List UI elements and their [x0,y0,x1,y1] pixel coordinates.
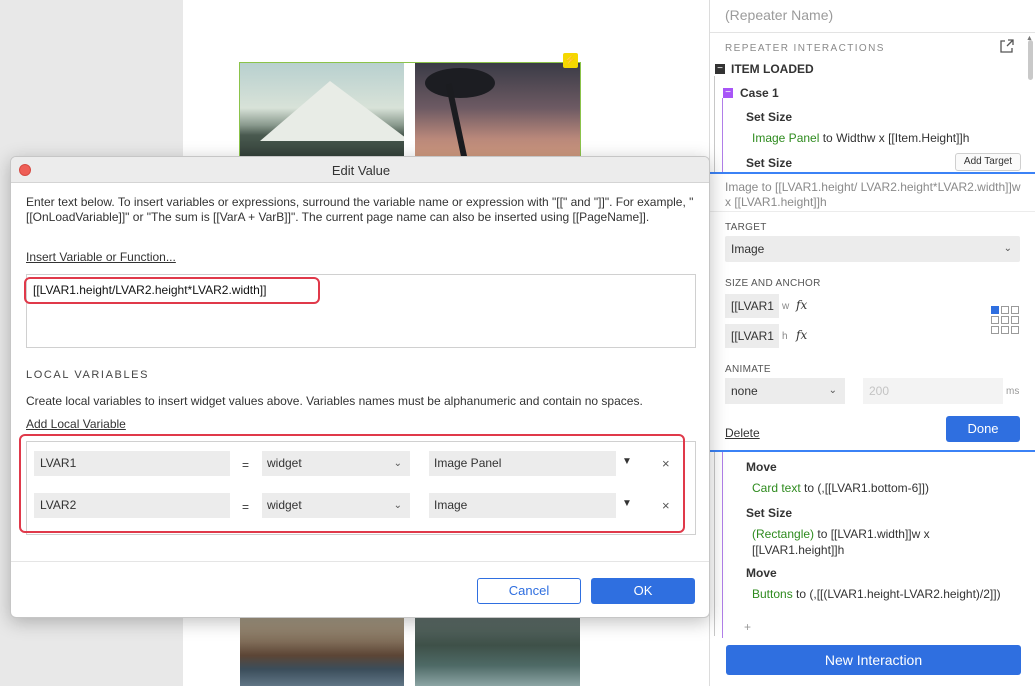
scrollbar-thumb[interactable] [1028,40,1033,80]
anchor-bottom-left[interactable] [991,326,999,334]
action-summary: Image to [[LVAR1.height/ LVAR2.height*LV… [725,180,1021,209]
action-title[interactable]: Move [746,566,777,580]
height-input[interactable]: [[LVAR1 [725,324,779,348]
width-input[interactable]: [[LVAR1 [725,294,779,318]
target-value: Image [731,242,765,256]
anchor-center[interactable] [1001,316,1009,324]
dialog-instructions: Enter text below. To insert variables or… [26,195,694,224]
target-label: TARGET [725,222,767,233]
action-edit-box: Image to [[LVAR1.height/ LVAR2.height*LV… [710,172,1035,452]
action-title[interactable]: Set Size [746,156,792,170]
height-unit: h [782,331,788,342]
width-fx-icon[interactable]: fx [796,298,807,312]
highlight-box [19,434,685,533]
height-fx-icon[interactable]: fx [796,328,807,342]
add-target-button[interactable]: Add Target [955,153,1021,171]
repeater-name-input[interactable]: (Repeater Name) [725,7,833,23]
action-rest: to Widthw x [[Item.Height]]h [819,131,970,145]
expand-icon[interactable] [1000,39,1014,53]
anchor-right[interactable] [1011,316,1019,324]
new-interaction-button[interactable]: New Interaction [726,645,1021,675]
dialog-title: Edit Value [331,163,391,178]
action-rest: to (,[[LVAR1.bottom-6]]) [800,481,929,495]
chevron-down-icon: ⌄ [828,385,837,396]
section-label: REPEATER INTERACTIONS [725,43,885,54]
animate-value: none [731,384,758,398]
ms-label: ms [1006,386,1020,397]
edit-value-dialog: Edit Value Enter text below. To insert v… [10,156,710,618]
interactions-panel: (Repeater Name) REPEATER INTERACTIONS ▲ … [709,0,1035,686]
action-target: Buttons [752,587,793,601]
collapse-case-icon[interactable]: − [723,88,733,98]
divider [710,211,1035,212]
case-1[interactable]: − Case 1 [723,86,779,100]
animate-select[interactable]: none ⌄ [725,378,845,404]
highlight-box [24,277,320,304]
action-description[interactable]: Buttons to (,[[(LVAR1.height-LVAR2.heigh… [752,586,1007,602]
duration-input[interactable]: 200 [863,378,1003,404]
action-title[interactable]: Move [746,460,777,474]
chevron-down-icon: ⌄ [1003,243,1012,254]
anchor-left[interactable] [991,316,999,324]
delete-link[interactable]: Delete [725,426,760,440]
anchor-top-left[interactable] [991,306,999,314]
target-select[interactable]: Image ⌄ [725,236,1020,262]
action-description[interactable]: (Rectangle) to [[LVAR1.width]]w x [[LVAR… [752,526,962,558]
case-label: Case 1 [740,86,779,100]
event-item-loaded[interactable]: − ITEM LOADED [715,62,814,76]
divider [710,32,1035,33]
event-label: ITEM LOADED [731,62,814,76]
sea-image[interactable] [415,618,580,686]
action-title[interactable]: Set Size [746,506,792,520]
ok-button[interactable]: OK [591,578,695,604]
cancel-button[interactable]: Cancel [477,578,581,604]
lake-image[interactable] [240,618,404,686]
add-local-variable-link[interactable]: Add Local Variable [26,417,126,431]
action-title[interactable]: Set Size [746,110,792,124]
action-description[interactable]: Card text to (,[[LVAR1.bottom-6]]) [752,480,1012,496]
local-variables-description: Create local variables to insert widget … [26,394,643,408]
divider [11,561,709,562]
action-rest: to (,[[(LVAR1.height-LVAR2.height)/2]]) [792,587,1001,601]
animate-label: ANIMATE [725,364,771,375]
width-unit: w [782,301,790,312]
anchor-top-right[interactable] [1011,306,1019,314]
anchor-bottom-right[interactable] [1011,326,1019,334]
mountain-image[interactable] [240,63,404,163]
done-button[interactable]: Done [946,416,1020,442]
action-target: Card text [752,481,801,495]
anchor-top[interactable] [1001,306,1009,314]
local-variables-label: LOCAL VARIABLES [26,369,150,381]
action-target: Image Panel [752,131,820,145]
action-target: (Rectangle) [752,527,815,541]
action-description[interactable]: Image Panel to Widthw x [[Item.Height]]h [752,130,1012,146]
anchor-bottom[interactable] [1001,326,1009,334]
insert-variable-link[interactable]: Insert Variable or Function... [26,250,176,264]
dialog-header: Edit Value [11,157,709,183]
add-action-icon[interactable]: + [744,620,751,634]
anchor-grid[interactable] [991,306,1019,334]
size-anchor-label: SIZE AND ANCHOR [725,278,821,289]
collapse-icon[interactable]: − [715,64,725,74]
interaction-lightning-icon[interactable]: ⚡ [563,53,578,68]
palm-image[interactable] [415,63,580,163]
